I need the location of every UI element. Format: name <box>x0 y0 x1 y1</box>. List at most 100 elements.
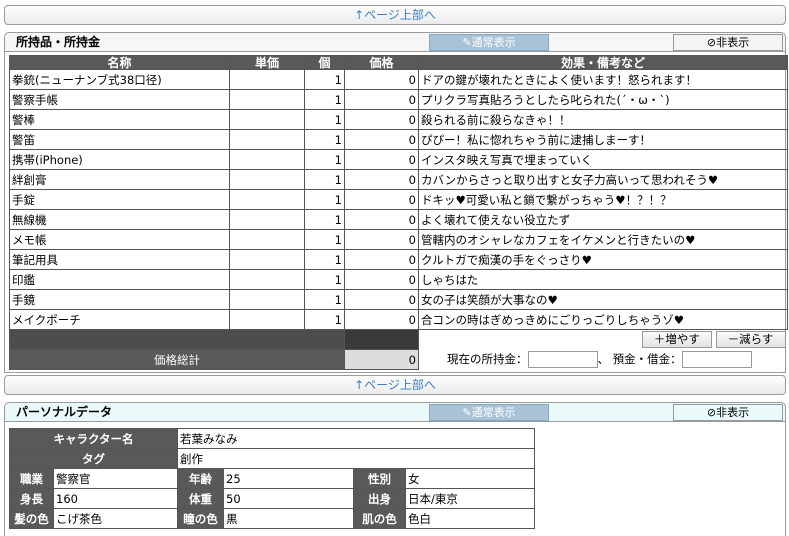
eye-value[interactable]: 黒 <box>223 508 354 529</box>
item-name[interactable]: 警察手帳 <box>9 89 230 110</box>
item-unit-price[interactable] <box>229 149 305 170</box>
item-unit-price[interactable] <box>229 189 305 210</box>
deposit-label: 、 預金・借金： <box>597 352 682 366</box>
item-note[interactable]: ぴぴー！私に惚れちゃう前に逮捕しまーす！ <box>418 129 788 150</box>
item-count[interactable]: 1 <box>304 109 345 130</box>
item-price[interactable]: 0 <box>344 109 419 130</box>
item-note[interactable]: インスタ映え写真で埋まっていく <box>418 149 788 170</box>
remove-row-button[interactable]: －減らす <box>715 331 786 349</box>
pencil-icon: ✎ <box>462 406 472 419</box>
inventory-row: 印鑑 1 0 しゃちはた <box>9 269 788 290</box>
item-name[interactable]: 無線機 <box>9 209 230 230</box>
sex-value[interactable]: 女 <box>405 468 535 489</box>
item-count[interactable]: 1 <box>304 309 345 330</box>
item-count[interactable]: 1 <box>304 289 345 310</box>
item-count[interactable]: 1 <box>304 269 345 290</box>
item-unit-price[interactable] <box>229 309 305 330</box>
money-input[interactable] <box>527 351 598 368</box>
item-note[interactable]: 女の子は笑顔が大事なの♥ <box>418 289 788 310</box>
item-count[interactable]: 1 <box>304 249 345 270</box>
inventory-normal-view-button[interactable]: ✎通常表示 <box>429 34 549 51</box>
item-name[interactable]: 警棒 <box>9 109 230 130</box>
personal-normal-view-button[interactable]: ✎通常表示 <box>429 404 549 421</box>
profile-row-1: 職業 警察官 年齢 25 性別 女 <box>9 468 535 489</box>
item-name[interactable]: 拳銃(ニューナンブ式38口径) <box>9 69 230 90</box>
personal-hide-button[interactable]: ⊘非表示 <box>673 404 783 421</box>
item-note[interactable]: ドアの鍵が壊れたときによく使います！怒られます！ <box>418 69 788 90</box>
inventory-row: 手錠 1 0 ドキッ♥可愛い私と鎖で繋がっちゃう♥！？！？ <box>9 189 788 210</box>
item-price[interactable]: 0 <box>344 269 419 290</box>
inventory-row: 拳銃(ニューナンブ式38口径) 1 0 ドアの鍵が壊れたときによく使います！怒られます… <box>9 69 788 90</box>
item-price[interactable]: 0 <box>344 89 419 110</box>
character-name-value[interactable]: 若葉みなみ <box>177 428 535 449</box>
profile-row-2: 身長 160 体重 50 出身 日本/東京 <box>9 488 535 509</box>
item-unit-price[interactable] <box>229 69 305 90</box>
item-unit-price[interactable] <box>229 109 305 130</box>
item-note[interactable]: 合コンの時はぎめっきめにごりっごりしちゃうゾ♥ <box>418 309 788 330</box>
total-row: 価格総計 0 現在の所持金： 、 預金・借金： <box>9 349 788 370</box>
item-unit-price[interactable] <box>229 229 305 250</box>
item-note[interactable]: クルトガで痴漢の手をぐっさり♥ <box>418 249 788 270</box>
item-price[interactable]: 0 <box>344 169 419 190</box>
item-unit-price[interactable] <box>229 89 305 110</box>
page-top-link-2[interactable]: ↑ページ上部へ <box>4 375 786 395</box>
height-value[interactable]: 160 <box>53 488 178 509</box>
item-count[interactable]: 1 <box>304 209 345 230</box>
item-unit-price[interactable] <box>229 249 305 270</box>
job-label: 職業 <box>9 468 54 489</box>
item-name[interactable]: 携帯(iPhone) <box>9 149 230 170</box>
item-name[interactable]: 筆記用具 <box>9 249 230 270</box>
item-unit-price[interactable] <box>229 269 305 290</box>
item-count[interactable]: 1 <box>304 89 345 110</box>
item-note[interactable]: ドキッ♥可愛い私と鎖で繋がっちゃう♥！？！？ <box>418 189 788 210</box>
item-unit-price[interactable] <box>229 169 305 190</box>
item-price[interactable]: 0 <box>344 149 419 170</box>
total-value: 0 <box>344 349 419 370</box>
item-price[interactable]: 0 <box>344 229 419 250</box>
item-price[interactable]: 0 <box>344 249 419 270</box>
item-price[interactable]: 0 <box>344 209 419 230</box>
inventory-row: 警笛 1 0 ぴぴー！私に惚れちゃう前に逮捕しまーす！ <box>9 129 788 150</box>
item-unit-price[interactable] <box>229 289 305 310</box>
item-price[interactable]: 0 <box>344 309 419 330</box>
item-unit-price[interactable] <box>229 129 305 150</box>
age-value[interactable]: 25 <box>223 468 354 489</box>
col-unit-price: 単価 <box>229 55 305 70</box>
weight-value[interactable]: 50 <box>223 488 354 509</box>
item-name[interactable]: メモ帳 <box>9 229 230 250</box>
skin-value[interactable]: 色白 <box>405 508 535 529</box>
item-note[interactable]: よく壊れて使えない役立たず <box>418 209 788 230</box>
item-name[interactable]: 警笛 <box>9 129 230 150</box>
item-name[interactable]: 手鏡 <box>9 289 230 310</box>
item-count[interactable]: 1 <box>304 229 345 250</box>
item-unit-price[interactable] <box>229 209 305 230</box>
controls-spacer <box>9 329 345 350</box>
item-count[interactable]: 1 <box>304 69 345 90</box>
item-price[interactable]: 0 <box>344 289 419 310</box>
item-note[interactable]: 殺られる前に殺らなきゃ！！ <box>418 109 788 130</box>
item-name[interactable]: 印鑑 <box>9 269 230 290</box>
origin-value[interactable]: 日本/東京 <box>405 488 535 509</box>
item-count[interactable]: 1 <box>304 169 345 190</box>
item-count[interactable]: 1 <box>304 149 345 170</box>
item-note[interactable]: しゃちはた <box>418 269 788 290</box>
item-note[interactable]: プリクラ写真貼ろうとしたら叱られた(´・ω・`) <box>418 89 788 110</box>
add-row-button[interactable]: ＋増やす <box>641 331 712 349</box>
height-label: 身長 <box>9 488 54 509</box>
item-note[interactable]: カバンからさっと取り出すと女子力高いって思われそう♥ <box>418 169 788 190</box>
item-price[interactable]: 0 <box>344 189 419 210</box>
item-count[interactable]: 1 <box>304 189 345 210</box>
item-name[interactable]: 絆創膏 <box>9 169 230 190</box>
item-name[interactable]: 手錠 <box>9 189 230 210</box>
item-note[interactable]: 管轄内のオシャレなカフェをイケメンと行きたいの♥ <box>418 229 788 250</box>
job-value[interactable]: 警察官 <box>53 468 178 489</box>
deposit-input[interactable] <box>681 351 752 368</box>
item-price[interactable]: 0 <box>344 129 419 150</box>
item-price[interactable]: 0 <box>344 69 419 90</box>
inventory-hide-button[interactable]: ⊘非表示 <box>673 34 783 51</box>
page-top-link[interactable]: ↑ページ上部へ <box>4 5 786 25</box>
item-count[interactable]: 1 <box>304 129 345 150</box>
hair-value[interactable]: こげ茶色 <box>53 508 178 529</box>
tag-value[interactable]: 創作 <box>177 448 535 469</box>
item-name[interactable]: メイクポーチ <box>9 309 230 330</box>
